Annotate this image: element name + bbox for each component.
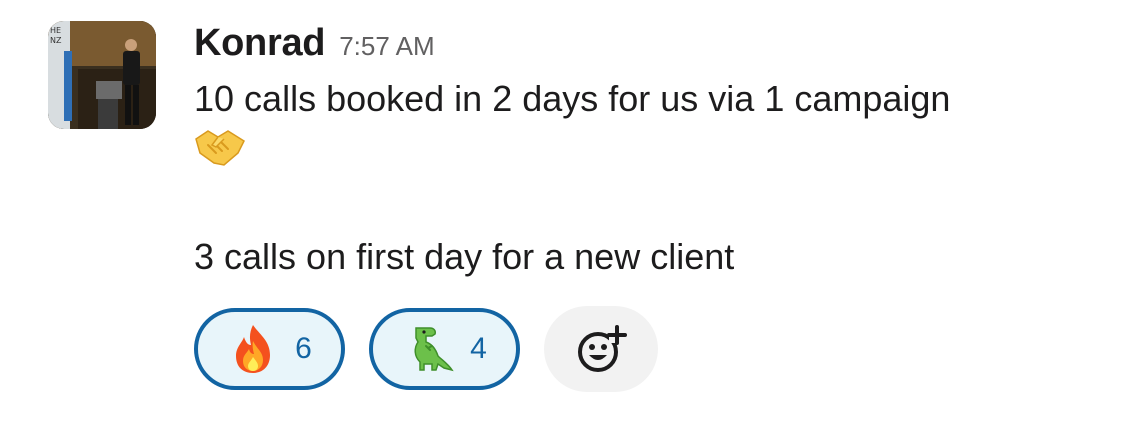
message-line-2: 3 calls on first day for a new client (194, 236, 735, 277)
avatar[interactable]: HE NZ (48, 21, 156, 129)
message-timestamp[interactable]: 7:57 AM (339, 31, 434, 62)
chat-message: HE NZ Konrad 7:57 AM 10 calls booked in … (0, 0, 1141, 429)
reactions-bar: 6 4 (194, 306, 1121, 392)
inline-emoji (194, 122, 1121, 172)
t-rex-icon (402, 323, 454, 375)
message-line-1: 10 calls booked in 2 days for us via 1 c… (194, 78, 951, 119)
avatar-photo: HE NZ (48, 21, 156, 129)
reaction-t-rex[interactable]: 4 (369, 308, 520, 390)
svg-text:HE: HE (50, 26, 61, 35)
message-content: Konrad 7:57 AM 10 calls booked in 2 days… (194, 22, 1121, 392)
reaction-fire[interactable]: 6 (194, 308, 345, 390)
message-header: Konrad 7:57 AM (194, 22, 1121, 76)
handshake-icon (195, 130, 245, 166)
svg-text:NZ: NZ (50, 36, 62, 45)
reaction-count: 4 (470, 332, 487, 365)
add-reaction-icon (578, 325, 627, 372)
fire-icon (227, 323, 279, 375)
sender-name[interactable]: Konrad (194, 22, 326, 65)
add-reaction-button[interactable] (544, 306, 658, 392)
reaction-count: 6 (295, 332, 312, 365)
